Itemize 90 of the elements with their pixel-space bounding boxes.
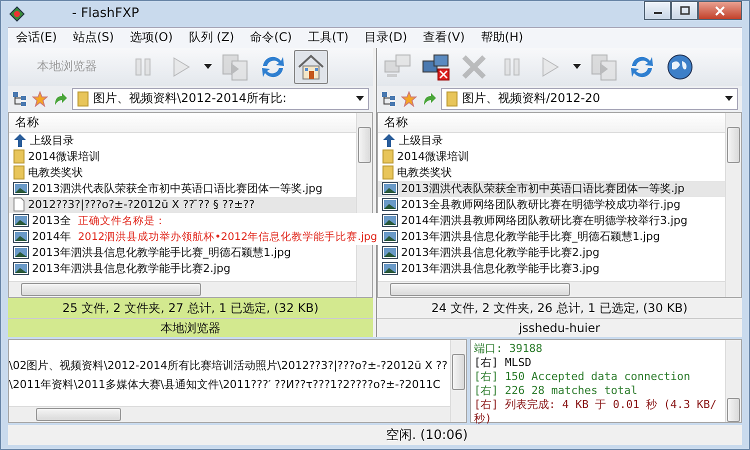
caret-icon xyxy=(204,64,212,70)
minimize-button[interactable] xyxy=(644,1,671,20)
pause-icon xyxy=(133,56,153,78)
local-browser-label: 本地浏览器 xyxy=(36,58,98,76)
vertical-scrollbar[interactable] xyxy=(450,340,466,422)
image-file-icon xyxy=(13,230,29,244)
file-row[interactable]: 2014微课培训 xyxy=(378,148,471,165)
site-label: jsshedu-huier xyxy=(377,318,742,337)
file-row[interactable]: 上级目录 xyxy=(378,132,445,149)
vertical-scrollbar[interactable] xyxy=(725,112,741,297)
menu-item[interactable]: 选项(O) xyxy=(130,29,173,46)
file-row[interactable]: 2013全 xyxy=(9,212,73,229)
x-icon xyxy=(460,52,488,81)
image-file-icon xyxy=(382,198,398,212)
image-file-icon xyxy=(13,182,29,196)
image-file-icon xyxy=(13,262,29,276)
folder-icon xyxy=(382,165,394,180)
menu-item[interactable]: 工具(T) xyxy=(308,29,349,46)
window-title: - FlashFXP xyxy=(72,6,140,22)
horizontal-scrollbar[interactable] xyxy=(9,280,356,297)
status-text: 空闲. (10:06) xyxy=(386,426,468,444)
folder-icon xyxy=(13,165,25,180)
maximize-button[interactable] xyxy=(671,1,698,20)
star-icon[interactable] xyxy=(32,90,48,107)
menu-item[interactable]: 会话(E) xyxy=(16,29,57,46)
tree-icon[interactable] xyxy=(381,90,397,107)
app-logo-icon xyxy=(8,6,26,22)
file-row[interactable]: 2013全县教师网络团队教研比赛在明德学校成功举行.jpg xyxy=(378,196,683,213)
home-button[interactable] xyxy=(294,50,328,84)
file-row[interactable]: 上级目录 xyxy=(9,132,76,149)
image-file-icon xyxy=(382,262,398,276)
menu-item[interactable]: 目录(D) xyxy=(364,29,408,46)
path-field[interactable]: 图片、视频资料\2012-2014所有比: xyxy=(72,88,369,110)
log-line: [右] 150 Accepted data connection xyxy=(474,370,692,384)
image-file-icon xyxy=(382,182,398,196)
dropdown-caret-icon[interactable] xyxy=(725,96,733,102)
folder-icon xyxy=(77,90,89,107)
path-field[interactable]: 图片、视频资料/2012-20 xyxy=(441,88,738,110)
image-file-icon xyxy=(382,214,398,228)
menu-item[interactable]: 命令(C) xyxy=(250,29,292,46)
menu-item[interactable]: 查看(V) xyxy=(423,29,465,46)
horizontal-scrollbar[interactable] xyxy=(378,280,725,297)
file-row[interactable]: 2013年泗洪县信息化教学能手比赛3.jpg xyxy=(378,260,602,277)
log-line: [右] 226 28 matches total xyxy=(474,384,638,398)
file-row[interactable]: 2014微课培训 xyxy=(9,148,102,165)
folder-icon xyxy=(13,149,25,164)
file-row[interactable]: 2013年泗洪县信息化教学能手比赛2.jpg xyxy=(378,244,602,261)
menu-item[interactable]: 帮助(H) xyxy=(480,29,524,46)
caret-icon xyxy=(573,64,581,70)
menu-item[interactable]: 站点(S) xyxy=(72,29,114,46)
close-button[interactable] xyxy=(698,1,742,20)
queue-item[interactable]: \02图片、视频资料\2012-2014所有比赛培训活动照片\2012??3?|???o?±-?2012ū X ?? xyxy=(9,356,450,375)
pause-icon xyxy=(502,56,522,78)
horizontal-scrollbar[interactable] xyxy=(9,406,450,422)
log-line: [右] MLSD xyxy=(474,356,532,370)
queue-item[interactable]: \2011年资料\2011多媒体大赛\县通知文件\2011???′ ??И??τ???1?2????o?±-?2011C xyxy=(9,374,450,394)
star-icon[interactable] xyxy=(401,90,417,107)
image-file-icon xyxy=(382,246,398,260)
pages-arrow-icon xyxy=(590,52,618,81)
up-arrow-icon xyxy=(382,133,396,148)
up-arrow-icon xyxy=(13,133,27,148)
pages-arrow-icon xyxy=(221,52,249,81)
file-row[interactable]: 电教类奖状 xyxy=(378,164,454,181)
image-file-icon xyxy=(13,246,29,260)
image-file-icon xyxy=(13,214,29,228)
refresh-arrow-icon[interactable] xyxy=(421,90,437,107)
globe-icon xyxy=(666,52,694,81)
log-line: 端口: 39188 xyxy=(474,342,544,356)
maximize-icon xyxy=(680,6,690,15)
vertical-scrollbar[interactable] xyxy=(725,340,741,422)
file-row[interactable]: 2013年泗洪县信息化教学能手比赛_明德石颖慧1.jpg xyxy=(9,244,294,261)
menu-item[interactable]: 队列 (Z) xyxy=(188,29,234,46)
file-row[interactable]: 2013泗洪代表队荣获全市初中英语口语比赛团体一等奖.jp xyxy=(378,180,725,197)
folder-icon xyxy=(382,149,394,164)
log-line: [右] 列表完成: 4 KB 于 0.01 秒 (4.3 KB/秒) xyxy=(474,398,718,426)
file-row[interactable]: 电教类奖状 xyxy=(9,164,85,181)
folder-icon xyxy=(446,90,458,107)
tree-icon[interactable] xyxy=(12,90,28,107)
blank-file-icon xyxy=(13,197,25,212)
refresh-arrow-icon[interactable] xyxy=(52,90,68,107)
file-summary: 25 文件, 2 文件夹, 27 总计, 1 已选定, (32 KB) xyxy=(8,298,373,318)
site-label: 本地浏览器 xyxy=(8,318,373,337)
file-row[interactable]: 2014年 xyxy=(9,228,73,245)
disconnect-icon xyxy=(421,52,451,81)
image-file-icon xyxy=(382,230,398,244)
file-row[interactable]: 2012??3?|???o?±-?2012ū X ?? ̄?? § ??±?? xyxy=(9,196,356,213)
dropdown-caret-icon[interactable] xyxy=(356,96,364,102)
file-row[interactable]: 2013泗洪代表队荣获全市初中英语口语比赛团体一等奖.jpg xyxy=(9,180,325,197)
close-icon xyxy=(715,6,725,16)
file-row[interactable]: 2013年泗洪县信息化教学能手比赛2.jpg xyxy=(9,260,233,277)
